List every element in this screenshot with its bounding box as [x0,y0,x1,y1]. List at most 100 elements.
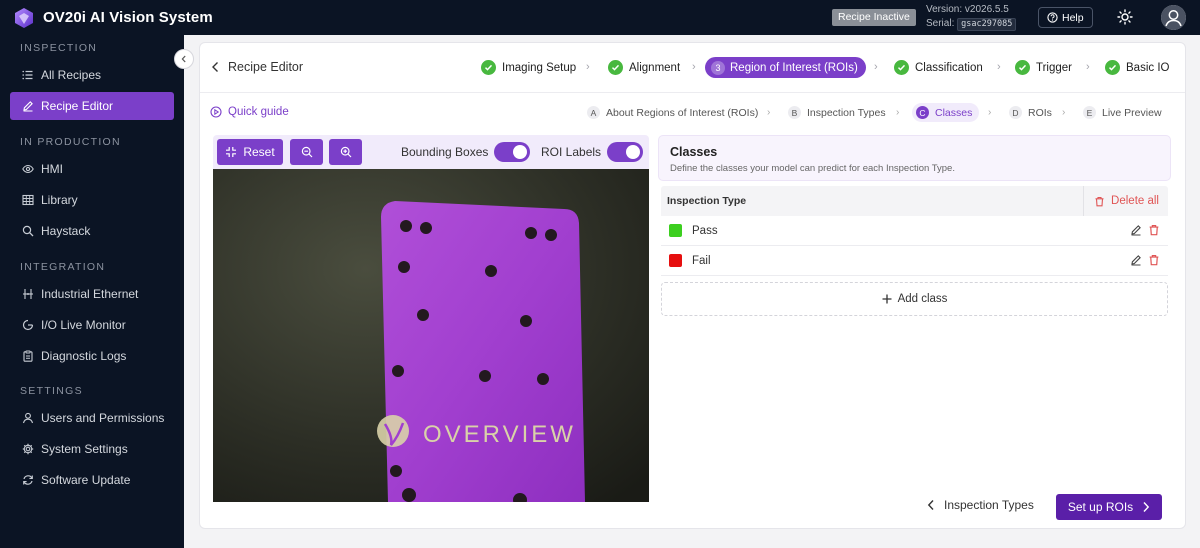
search-icon [22,225,34,237]
chevron-left-icon [927,500,934,510]
help-button[interactable]: Help [1038,7,1093,28]
sidebar-item-label: HMI [41,162,63,176]
check-circle-icon [608,60,623,75]
substep-about-rois[interactable]: A About Regions of Interest (ROIs) [587,103,758,122]
previous-step-label: Inspection Types [944,498,1034,512]
substep-separator-chevron-icon: › [988,107,992,118]
serial-value: gsac297085 [957,18,1017,31]
roi-labels-toggle-group: ROI Labels [541,142,644,162]
class-color-swatch[interactable] [669,224,682,237]
step-region-of-interest[interactable]: 3 Region of Interest (ROIs) [705,57,866,78]
sidebar-item-library[interactable]: Library [10,186,174,214]
substep-separator-chevron-icon: › [767,107,771,118]
step-label: Basic IO [1126,61,1170,74]
trash-icon[interactable] [1148,224,1160,236]
version-text: Version: v2026.5.5 [926,4,1009,15]
substep-inspection-types[interactable]: B Inspection Types [788,103,886,122]
reset-view-button[interactable]: Reset [217,139,283,165]
pencil-icon [23,101,33,112]
step-trigger[interactable]: Trigger [1015,57,1072,78]
zoom-out-button[interactable] [290,139,323,165]
sidebar-item-label: Library [41,193,78,207]
step-imaging-setup[interactable]: Imaging Setup [481,57,576,78]
roi-labels-switch[interactable] [607,142,644,162]
quick-guide-label: Quick guide [228,106,289,118]
sidebar-item-label: Industrial Ethernet [41,287,139,301]
recipe-editor-card: Recipe Editor Imaging Setup › Alignment … [199,42,1186,529]
class-name: Pass [692,224,718,237]
camera-image-viewer[interactable]: OVERVIEW [213,169,649,502]
sidebar-section-integration: INTEGRATION [20,261,106,273]
substep-letter: B [788,106,801,119]
row-actions [1130,224,1160,236]
overview-logo-icon [377,415,409,447]
zoom-out-icon [301,146,312,158]
step-alignment[interactable]: Alignment [608,57,680,78]
sidebar-item-recipe-editor[interactable]: Recipe Editor [10,92,174,120]
brand: OV20i AI Vision System [13,7,213,29]
step-number: 3 [711,60,725,75]
sidebar-item-haystack[interactable]: Haystack [10,217,174,245]
quick-guide-link[interactable]: Quick guide [210,106,289,118]
substep-label: ROIs [1028,106,1052,119]
substep-classes[interactable]: C Classes [912,103,980,122]
edit-pencil-icon[interactable] [1130,224,1142,236]
sidebar-item-all-recipes[interactable]: All Recipes [10,61,174,89]
sidebar-item-system-settings[interactable]: System Settings [10,435,174,463]
sidebar-item-label: Recipe Editor [41,99,114,113]
sidebar-item-diagnostic-logs[interactable]: Diagnostic Logs [10,342,174,370]
back-to-recipes-button[interactable]: Recipe Editor [211,60,303,74]
substep-letter: E [1083,106,1096,119]
theme-toggle-button[interactable] [1117,9,1133,25]
substep-letter: D [1009,106,1022,119]
sidebar-item-io-live-monitor[interactable]: I/O Live Monitor [10,311,174,339]
add-class-button[interactable]: Add class [661,282,1168,316]
sidebar: INSPECTION All Recipes Recipe Editor IN … [0,35,184,548]
delete-all-label: Delete all [1111,195,1159,207]
delete-all-button[interactable]: Delete all [1083,186,1168,216]
step-basic-io[interactable]: Basic IO [1105,57,1169,78]
substep-separator-chevron-icon: › [1062,107,1066,118]
substep-label: Inspection Types [807,106,886,119]
camera-image: OVERVIEW [213,169,649,502]
step-label: Classification [915,61,983,74]
step-label: Trigger [1036,61,1072,74]
sidebar-section-inspection: INSPECTION [20,42,98,54]
zoom-in-button[interactable] [329,139,362,165]
sidebar-collapse-button[interactable] [174,49,194,69]
sidebar-item-industrial-ethernet[interactable]: Industrial Ethernet [10,280,174,308]
roi-labels-label: ROI Labels [541,145,602,159]
gauge-icon [22,319,34,331]
trash-icon[interactable] [1148,254,1160,266]
substep-label: Classes [935,106,973,119]
step-classification[interactable]: Classification [894,57,983,78]
user-icon [22,412,34,424]
check-circle-icon [481,60,496,75]
gear-icon [22,443,34,455]
step-separator-chevron-icon: › [586,61,590,73]
sidebar-section-in-production: IN PRODUCTION [20,136,121,148]
plus-icon [882,294,892,304]
edit-pencil-icon[interactable] [1130,254,1142,266]
next-step-button[interactable]: Set up ROIs [1056,494,1162,520]
sidebar-item-label: I/O Live Monitor [41,318,126,332]
step-separator-chevron-icon: › [1086,61,1090,73]
class-color-swatch[interactable] [669,254,682,267]
previous-step-button[interactable]: Inspection Types [927,498,1034,512]
app-title: OV20i AI Vision System [43,9,213,26]
substep-rois[interactable]: D ROIs [1009,103,1052,122]
bounding-boxes-switch[interactable] [494,142,531,162]
sidebar-item-users-and-permissions[interactable]: Users and Permissions [10,404,174,432]
sidebar-item-label: Users and Permissions [41,411,165,425]
logo-icon [15,7,33,28]
next-step-label: Set up ROIs [1067,500,1134,514]
substep-live-preview[interactable]: E Live Preview [1083,103,1162,122]
sidebar-item-software-update[interactable]: Software Update [10,466,174,494]
sidebar-item-label: Haystack [41,224,91,238]
substep-separator-chevron-icon: › [896,107,900,118]
substep-label: Live Preview [1102,106,1162,119]
sidebar-item-hmi[interactable]: HMI [10,155,174,183]
user-avatar[interactable] [1161,5,1186,30]
bounding-boxes-toggle-group: Bounding Boxes [401,142,531,162]
step-label: Imaging Setup [502,61,577,74]
